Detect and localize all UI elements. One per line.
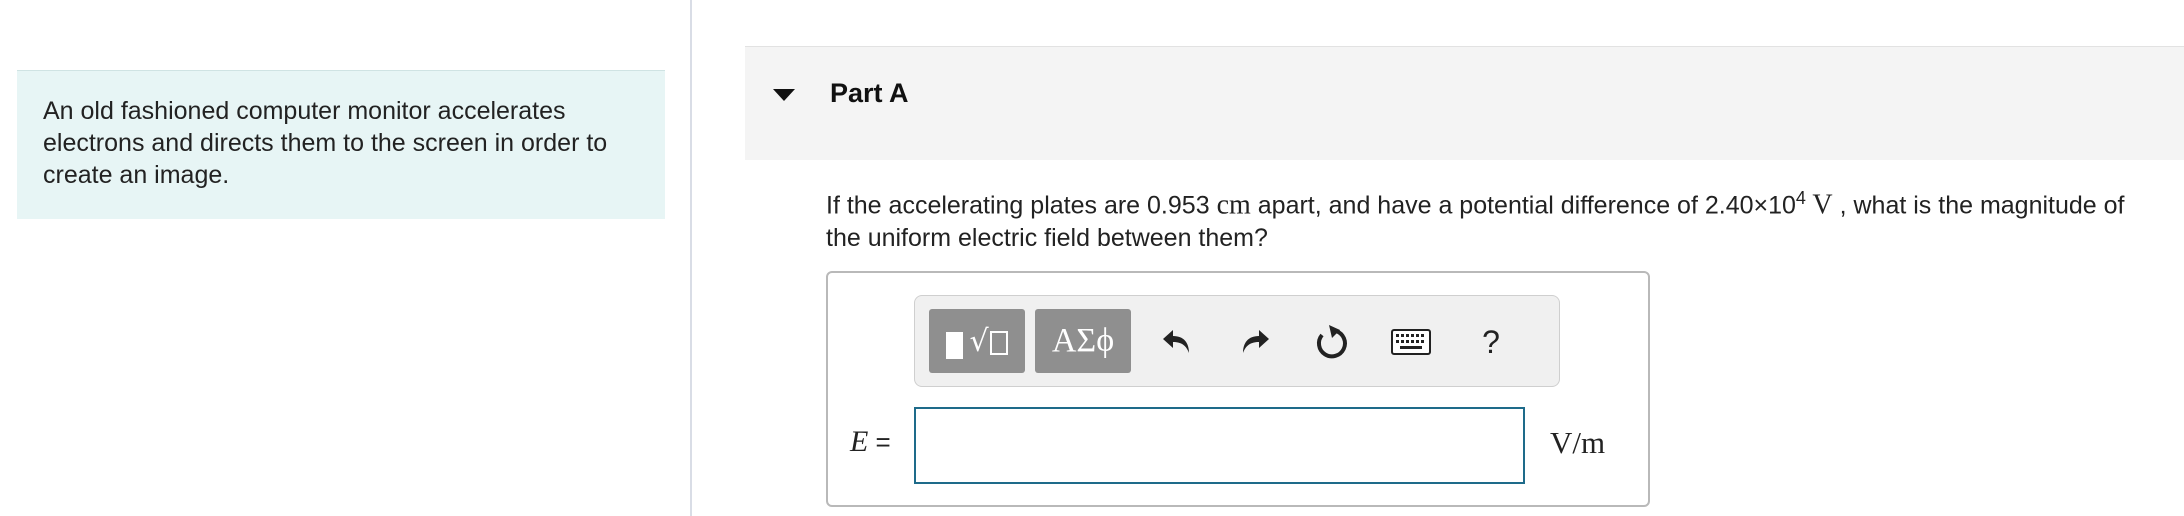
reset-icon: [1316, 325, 1347, 359]
undo-button[interactable]: [1155, 320, 1199, 364]
sqrt-template-icon: √: [969, 324, 1008, 359]
intro-text: An old fashioned computer monitor accele…: [43, 97, 608, 189]
left-pane: An old fashioned computer monitor accele…: [0, 0, 692, 516]
question-part: If the accelerating plates are: [826, 191, 1148, 220]
answer-box: √ ΑΣϕ ? E = V/m: [826, 271, 1650, 507]
unit-label: V/m: [1550, 425, 1606, 460]
answer-input[interactable]: [914, 407, 1525, 484]
distance-value: 0.953: [1147, 191, 1210, 220]
keyboard-button[interactable]: [1385, 320, 1437, 364]
voltage-value: 2.40×10: [1704, 191, 1796, 220]
question-part: apart, and have a potential difference o…: [1250, 191, 1705, 220]
answer-variable-label: E =: [850, 425, 891, 459]
reset-button[interactable]: [1309, 320, 1353, 364]
redo-icon: [1243, 330, 1269, 353]
math-toolbar: √ ΑΣϕ ?: [914, 295, 1560, 387]
templates-button[interactable]: √: [929, 309, 1025, 373]
voltage-exponent: 4: [1795, 188, 1806, 208]
question-line-2: the uniform electric field between them?: [826, 224, 1268, 253]
variable-symbol: E: [850, 425, 869, 458]
equals-sign: =: [868, 427, 891, 457]
help-button[interactable]: ?: [1469, 320, 1513, 364]
greek-symbols-button[interactable]: ΑΣϕ: [1035, 309, 1131, 373]
template-block-icon: [946, 331, 964, 359]
keyboard-icon: [1391, 329, 1431, 355]
intro-text-box: An old fashioned computer monitor accele…: [17, 70, 665, 219]
voltage-unit: V: [1805, 189, 1833, 221]
undo-icon: [1163, 330, 1189, 353]
distance-unit: cm: [1209, 189, 1251, 221]
redo-button[interactable]: [1233, 320, 1277, 364]
caret-down-icon[interactable]: [773, 89, 795, 101]
question-part: , what is the magnitude of: [1832, 191, 2125, 220]
part-a-header[interactable]: Part A: [745, 46, 2184, 160]
part-title: Part A: [830, 78, 909, 108]
question-text: If the accelerating plates are 0.953 cm …: [826, 182, 2184, 255]
